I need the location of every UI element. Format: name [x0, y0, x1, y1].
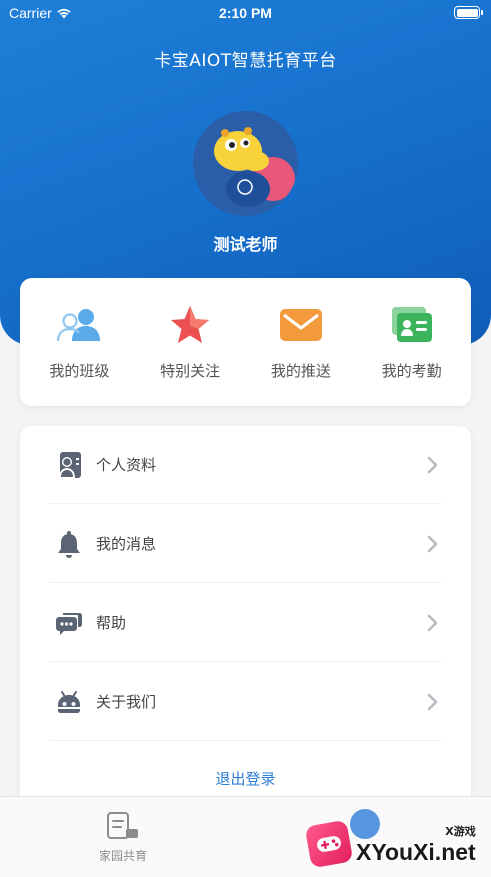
mascot-avatar-icon: [193, 111, 298, 216]
menu-item-label: 个人资料: [96, 456, 157, 474]
chevron-right-icon: [427, 614, 438, 631]
chevron-right-icon: [427, 456, 438, 473]
robot-icon: [58, 690, 80, 713]
watermark-small: X游戏: [445, 824, 476, 838]
quick-actions-card: 我的班级 特别关注 我的推送 我的考勤: [20, 278, 471, 406]
menu-item-label: 帮助: [96, 614, 127, 632]
avatar[interactable]: [193, 111, 298, 216]
quick-action-my-class[interactable]: 我的班级: [27, 304, 131, 381]
quick-action-label: 我的班级: [49, 361, 110, 380]
battery-icon: [454, 6, 483, 19]
watermark: X游戏 XYouXi.net: [304, 819, 483, 869]
user-name: 测试老师: [213, 235, 278, 254]
settings-menu-card: 个人资料 我的消息 帮助 关于我们 退出登录: [20, 426, 471, 826]
tab-home-school[interactable]: 家园共育: [78, 811, 168, 864]
quick-action-label: 我的推送: [270, 361, 331, 380]
tab-label: 家园共育: [98, 849, 147, 863]
id-card-icon: [391, 306, 432, 342]
menu-item-label: 关于我们: [96, 693, 157, 711]
status-time: 2:10 PM: [219, 5, 272, 21]
app-title: 卡宝AIOT智慧托育平台: [154, 51, 337, 71]
chat-icon: [56, 612, 82, 635]
quick-action-my-attendance[interactable]: 我的考勤: [360, 304, 464, 381]
logout-button[interactable]: 退出登录: [20, 768, 471, 789]
mail-icon: [279, 308, 322, 341]
star-icon: [171, 305, 210, 343]
users-icon: [57, 308, 101, 341]
status-bar: Carrier 2:10 PM: [0, 0, 491, 26]
gamepad-logo-icon: [304, 819, 354, 869]
menu-item-label: 我的消息: [96, 535, 157, 553]
quick-action-my-push[interactable]: 我的推送: [249, 304, 353, 381]
quick-action-label: 我的考勤: [381, 361, 442, 380]
chevron-right-icon: [427, 693, 438, 710]
bell-icon: [58, 530, 80, 558]
profile-icon: [59, 451, 81, 478]
quick-action-label: 特别关注: [160, 361, 221, 380]
watermark-text: XYouXi.net: [356, 838, 476, 865]
menu-item-about-us[interactable]: 关于我们: [50, 663, 442, 741]
menu-item-profile[interactable]: 个人资料: [50, 426, 442, 504]
chevron-right-icon: [427, 535, 438, 552]
document-icon: [107, 812, 138, 839]
menu-item-help[interactable]: 帮助: [50, 584, 442, 662]
menu-item-messages[interactable]: 我的消息: [50, 505, 442, 583]
quick-action-special-focus[interactable]: 特别关注: [138, 304, 242, 381]
